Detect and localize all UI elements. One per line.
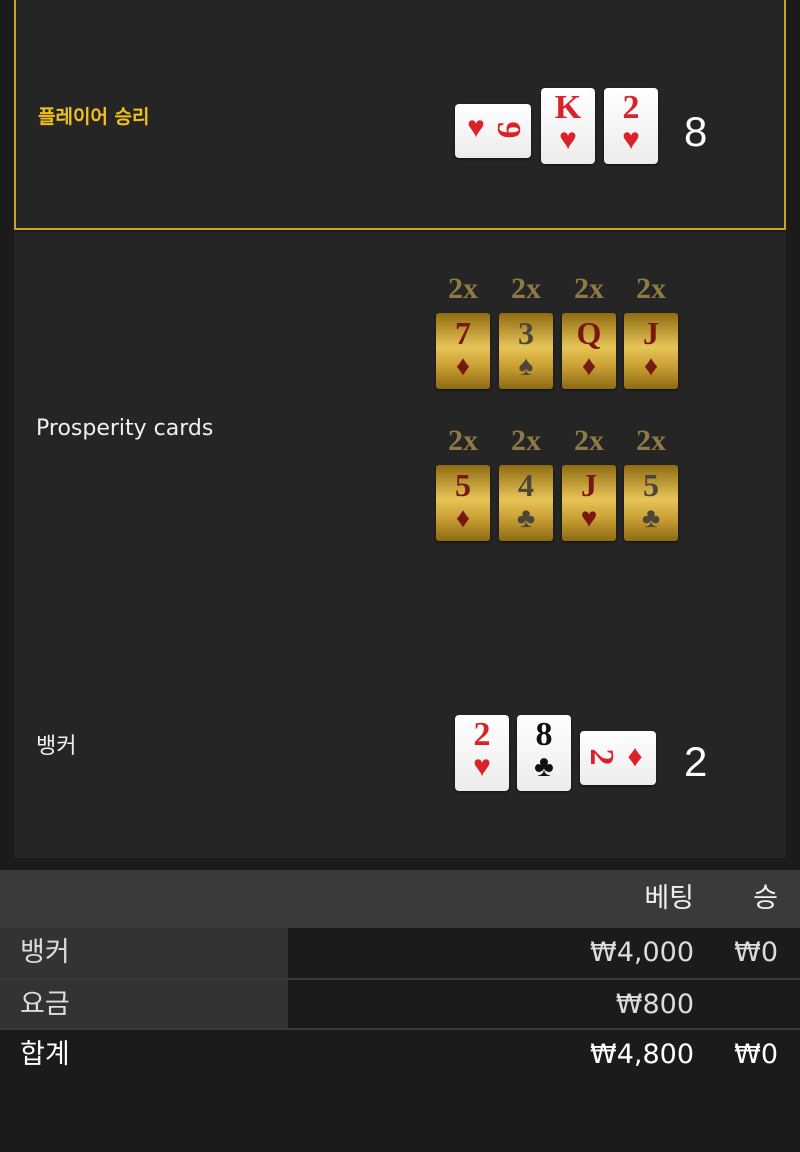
multiplier-label: 2x bbox=[511, 424, 541, 457]
card-rank: 2 bbox=[622, 89, 640, 126]
card-rank: 5 bbox=[643, 467, 659, 503]
multiplier-label: 2x bbox=[574, 424, 604, 457]
player-score: 8 bbox=[684, 108, 708, 155]
prosperity-card: J ♥ bbox=[562, 465, 616, 541]
player-card-1: ♥ 9 bbox=[455, 104, 531, 158]
diamond-icon: ♦ bbox=[643, 351, 659, 382]
win-amount: ₩0 bbox=[734, 937, 778, 968]
banker-hand-panel: 뱅커 2 ♥ 8 ♣ 2 ♦ 2 bbox=[14, 632, 786, 858]
table-total-row: 합계 ₩4,800 ₩0 bbox=[0, 1030, 800, 1080]
prosperity-cards-panel: Prosperity cards 2x 2x 2x 2x 7 ♦ 3 ♠ Q ♦… bbox=[14, 232, 786, 632]
multiplier-label: 2x bbox=[511, 272, 541, 305]
heart-icon: ♥ bbox=[467, 111, 485, 144]
multiplier-label: 2x bbox=[636, 424, 666, 457]
banker-card-2: 8 ♣ bbox=[517, 715, 571, 791]
diamond-icon: ♦ bbox=[627, 740, 643, 773]
spade-icon: ♠ bbox=[518, 351, 534, 382]
club-icon: ♣ bbox=[516, 503, 536, 534]
heart-icon: ♥ bbox=[580, 503, 598, 534]
card-rank: 7 bbox=[455, 315, 471, 351]
prosperity-card: 4 ♣ bbox=[499, 465, 553, 541]
diamond-icon: ♦ bbox=[581, 351, 597, 382]
player-hand-panel: 플레이어 승리 ♥ 9 K ♥ 2 ♥ 8 bbox=[14, 0, 786, 230]
prosperity-label: Prosperity cards bbox=[36, 416, 214, 441]
multiplier-label: 2x bbox=[448, 424, 478, 457]
row-label: 합계 bbox=[20, 1039, 70, 1070]
diamond-icon: ♦ bbox=[455, 351, 471, 382]
card-rank: Q bbox=[576, 315, 602, 351]
card-rank: J bbox=[643, 315, 659, 351]
card-rank: J bbox=[581, 467, 597, 503]
total-win-amount: ₩0 bbox=[734, 1039, 778, 1070]
card-rank: 2 bbox=[473, 716, 491, 753]
club-icon: ♣ bbox=[641, 503, 661, 534]
banker-score: 2 bbox=[684, 738, 708, 785]
column-header-bet: 베팅 bbox=[644, 883, 694, 914]
bet-amount: ₩800 bbox=[615, 989, 694, 1020]
heart-icon: ♥ bbox=[559, 123, 577, 156]
bets-summary-table: 베팅 승 뱅커 ₩4,000 ₩0 요금 ₩800 합계 ₩4,800 ₩0 bbox=[0, 870, 800, 1152]
row-label: 뱅커 bbox=[0, 928, 288, 978]
multiplier-label: 2x bbox=[574, 272, 604, 305]
multiplier-label: 2x bbox=[636, 272, 666, 305]
row-label: 요금 bbox=[0, 980, 288, 1028]
table-row: 뱅커 ₩4,000 ₩0 bbox=[0, 928, 800, 978]
prosperity-card: Q ♦ bbox=[562, 313, 616, 389]
heart-icon: ♥ bbox=[473, 750, 491, 783]
prosperity-card: 3 ♠ bbox=[499, 313, 553, 389]
prosperity-card: 7 ♦ bbox=[436, 313, 490, 389]
player-result-label: 플레이어 승리 bbox=[38, 106, 150, 128]
banker-label: 뱅커 bbox=[36, 734, 77, 759]
diamond-icon: ♦ bbox=[455, 503, 471, 534]
multiplier-label: 2x bbox=[448, 272, 478, 305]
card-rank: 5 bbox=[455, 467, 471, 503]
card-rank: 4 bbox=[518, 467, 534, 503]
prosperity-card: J ♦ bbox=[624, 313, 678, 389]
card-rank: 8 bbox=[535, 716, 553, 753]
card-rank: K bbox=[554, 89, 582, 126]
player-card-3: 2 ♥ bbox=[604, 88, 658, 164]
card-rank: 2 bbox=[583, 748, 620, 766]
table-header-row: 베팅 승 bbox=[0, 870, 800, 928]
banker-card-1: 2 ♥ bbox=[455, 715, 509, 791]
table-row: 요금 ₩800 bbox=[0, 980, 800, 1030]
prosperity-card: 5 ♦ bbox=[436, 465, 490, 541]
bet-amount: ₩4,000 bbox=[590, 937, 694, 968]
player-card-2: K ♥ bbox=[541, 88, 595, 164]
prosperity-card: 5 ♣ bbox=[624, 465, 678, 541]
banker-card-3: 2 ♦ bbox=[580, 731, 656, 785]
card-rank: 3 bbox=[518, 315, 534, 351]
card-rank: 9 bbox=[490, 121, 527, 139]
club-icon: ♣ bbox=[534, 750, 554, 783]
total-bet-amount: ₩4,800 bbox=[590, 1039, 694, 1070]
column-header-win: 승 bbox=[753, 883, 778, 914]
heart-icon: ♥ bbox=[622, 123, 640, 156]
